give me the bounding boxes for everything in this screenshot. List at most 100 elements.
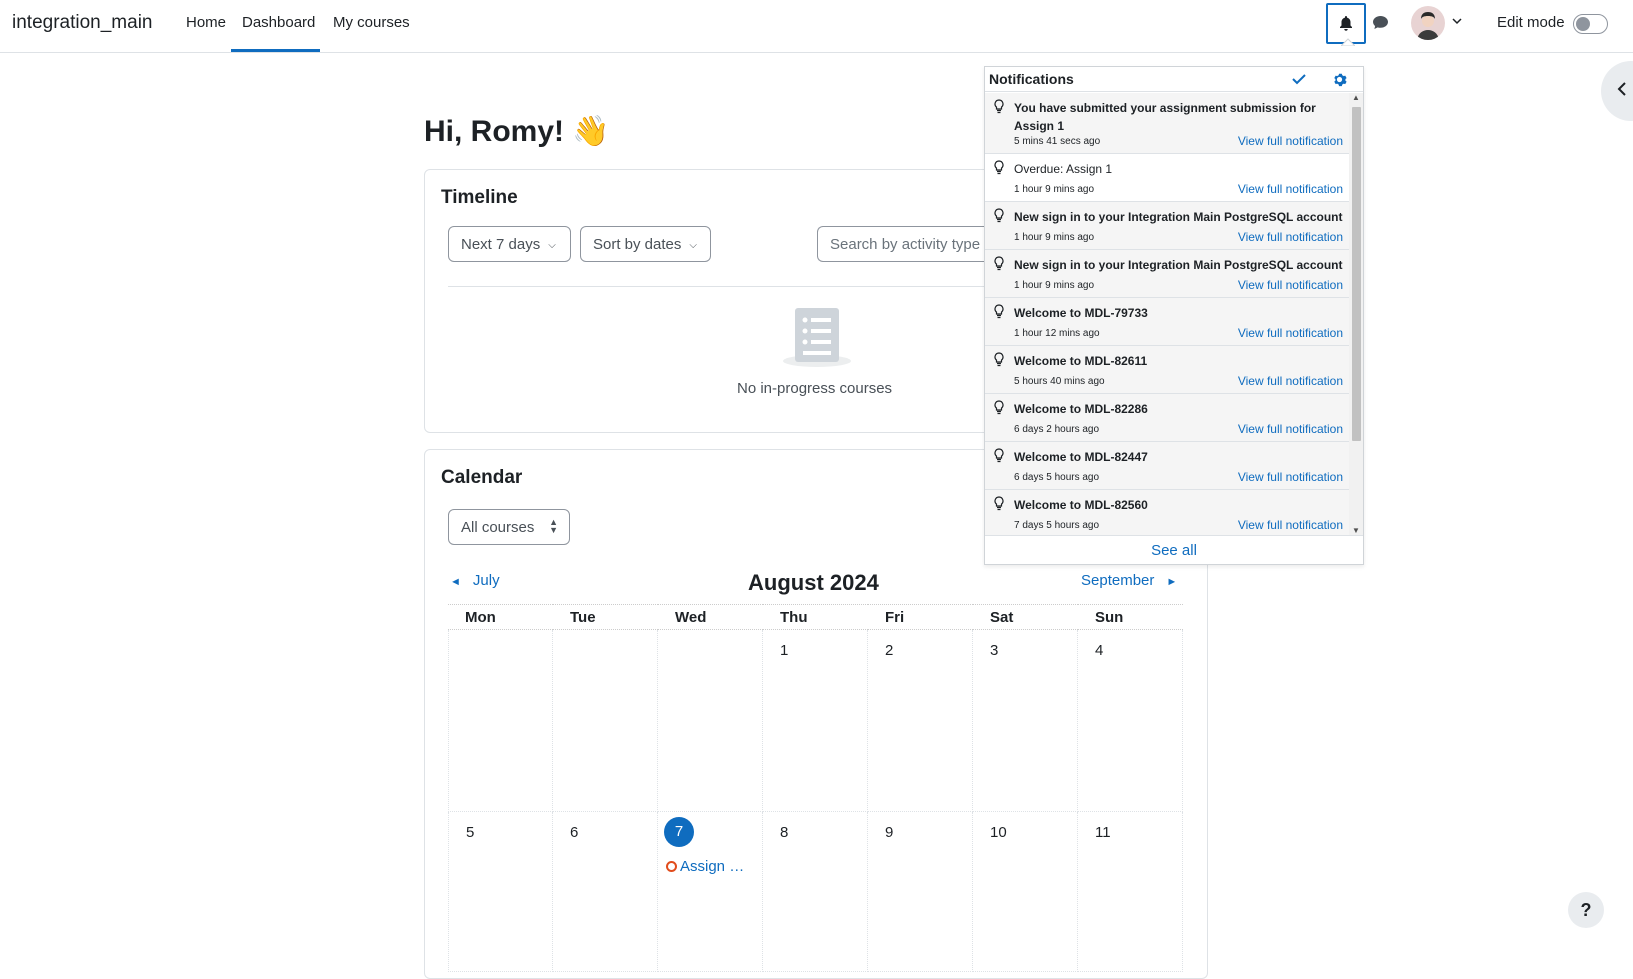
calendar-course-filter[interactable]: All courses ▲ ▼ <box>448 509 570 545</box>
timeline-sort-dropdown[interactable]: Sort by dates ⌵ <box>580 226 711 262</box>
timeline-search-input[interactable]: Search by activity type <box>817 226 987 262</box>
nav-dashboard[interactable]: Dashboard <box>242 14 315 31</box>
day-number: 5 <box>466 824 475 841</box>
current-month-title: August 2024 <box>748 570 879 595</box>
day-number: 11 <box>1095 824 1111 841</box>
notification-item[interactable]: Overdue: Assign 1 1 hour 9 mins ago View… <box>985 154 1349 202</box>
notification-time: 5 mins 41 secs ago <box>1014 136 1101 147</box>
page-greeting: Hi, Romy! 👋 <box>424 115 610 148</box>
notification-item[interactable]: You have submitted your assignment submi… <box>985 93 1349 154</box>
notification-message: Welcome to MDL-82611 <box>1014 354 1148 368</box>
day-number: 3 <box>990 642 999 659</box>
messages-icon[interactable] <box>1372 15 1389 31</box>
view-full-notification-link[interactable]: View full notification <box>1238 134 1343 148</box>
site-brand[interactable]: integration_main <box>12 12 152 34</box>
notification-time: 7 days 5 hours ago <box>1014 520 1100 531</box>
notification-message: You have submitted your assignment submi… <box>1014 101 1316 133</box>
calendar-day-cell <box>658 630 763 812</box>
calendar-day-cell[interactable]: 6 <box>553 812 658 972</box>
notifications-header: Notifications <box>985 67 1363 92</box>
day-number: 4 <box>1095 642 1104 659</box>
timeline-title: Timeline <box>441 187 518 208</box>
day-number: 9 <box>885 824 894 841</box>
notification-time: 5 hours 40 mins ago <box>1014 376 1105 387</box>
user-avatar[interactable] <box>1411 6 1445 40</box>
notification-message: Welcome to MDL-82286 <box>1014 402 1148 416</box>
view-full-notification-link[interactable]: View full notification <box>1238 470 1343 484</box>
notification-time: 1 hour 12 mins ago <box>1014 328 1100 339</box>
next-month-link[interactable]: September ► <box>1081 572 1177 589</box>
scroll-down-arrow-icon[interactable]: ▼ <box>1352 526 1360 535</box>
open-block-drawer-button[interactable] <box>1601 61 1633 121</box>
notification-message: New sign in to your Integration Main Pos… <box>1014 210 1343 224</box>
gear-icon[interactable] <box>1332 72 1347 87</box>
empty-list-icon <box>781 306 853 373</box>
day-filter-label: Next 7 days <box>461 236 541 253</box>
chevron-down-icon: ⌵ <box>689 239 697 251</box>
weekday-header: Wed <box>658 604 763 630</box>
view-full-notification-link[interactable]: View full notification <box>1238 182 1343 196</box>
lightbulb-icon <box>994 352 1004 367</box>
chevron-left-icon <box>1617 81 1627 102</box>
calendar-day-cell-today[interactable]: 7 Assign … <box>658 812 763 972</box>
calendar-day-cell[interactable]: 1 <box>763 630 868 812</box>
circle-icon <box>666 861 677 872</box>
notification-message: Welcome to MDL-79733 <box>1014 306 1148 320</box>
calendar-day-cell[interactable]: 8 <box>763 812 868 972</box>
prev-month-link[interactable]: ◄ July <box>450 572 500 589</box>
notification-item[interactable]: Welcome to MDL-82286 6 days 2 hours ago … <box>985 394 1349 442</box>
calendar-day-cell[interactable]: 4 <box>1078 630 1183 812</box>
lightbulb-icon <box>994 208 1004 223</box>
help-button[interactable]: ? <box>1568 892 1604 928</box>
notification-time: 6 days 5 hours ago <box>1014 472 1100 483</box>
lightbulb-icon <box>994 256 1004 271</box>
calendar-day-cell[interactable]: 10 <box>973 812 1078 972</box>
notification-item[interactable]: Welcome to MDL-82560 7 days 5 hours ago … <box>985 490 1349 535</box>
scroll-up-arrow-icon[interactable]: ▲ <box>1352 93 1360 102</box>
scrollbar-thumb[interactable] <box>1352 107 1361 441</box>
weekday-header: Thu <box>763 604 868 630</box>
calendar-title: Calendar <box>441 467 523 488</box>
timeline-divider <box>448 286 988 287</box>
see-all-notifications-link[interactable]: See all <box>985 535 1363 565</box>
notification-item[interactable]: Welcome to MDL-82447 6 days 5 hours ago … <box>985 442 1349 490</box>
notification-message: Overdue: Assign 1 <box>1014 162 1113 176</box>
view-full-notification-link[interactable]: View full notification <box>1238 518 1343 532</box>
edit-mode-toggle[interactable] <box>1573 14 1608 34</box>
calendar-event-assign[interactable]: Assign … <box>666 858 744 875</box>
bell-icon <box>1340 16 1352 31</box>
checkmark-icon[interactable] <box>1292 73 1306 85</box>
notification-item[interactable]: Welcome to MDL-79733 1 hour 12 mins ago … <box>985 298 1349 346</box>
weekday-header: Sat <box>973 604 1078 630</box>
calendar-day-cell[interactable]: 11 <box>1078 812 1183 972</box>
view-full-notification-link[interactable]: View full notification <box>1238 230 1343 244</box>
event-label: Assign … <box>680 858 745 875</box>
sort-label: Sort by dates <box>593 236 682 253</box>
notification-time: 1 hour 9 mins ago <box>1014 232 1095 243</box>
today-marker: 7 <box>664 817 694 847</box>
next-month-label: September <box>1081 572 1155 589</box>
view-full-notification-link[interactable]: View full notification <box>1238 278 1343 292</box>
nav-my-courses[interactable]: My courses <box>333 14 410 31</box>
view-full-notification-link[interactable]: View full notification <box>1238 422 1343 436</box>
timeline-day-filter[interactable]: Next 7 days ⌵ <box>448 226 571 262</box>
notification-item[interactable]: New sign in to your Integration Main Pos… <box>985 250 1349 298</box>
notifications-scrollbar[interactable]: ▲ ▼ <box>1349 93 1363 535</box>
lightbulb-icon <box>994 304 1004 319</box>
calendar-day-cell[interactable]: 5 <box>448 812 553 972</box>
lightbulb-icon <box>994 400 1004 415</box>
view-full-notification-link[interactable]: View full notification <box>1238 326 1343 340</box>
chevron-down-icon[interactable] <box>1452 17 1462 25</box>
chevron-down-icon: ⌵ <box>548 239 556 251</box>
view-full-notification-link[interactable]: View full notification <box>1238 374 1343 388</box>
notification-item[interactable]: New sign in to your Integration Main Pos… <box>985 202 1349 250</box>
day-number: 10 <box>990 824 1007 841</box>
notification-item[interactable]: Welcome to MDL-82611 5 hours 40 mins ago… <box>985 346 1349 394</box>
calendar-day-cell[interactable]: 3 <box>973 630 1078 812</box>
calendar-day-cell[interactable]: 9 <box>868 812 973 972</box>
nav-home[interactable]: Home <box>186 14 226 31</box>
calendar-day-cell[interactable]: 2 <box>868 630 973 812</box>
notifications-button[interactable] <box>1326 3 1366 46</box>
notification-time: 1 hour 9 mins ago <box>1014 184 1095 195</box>
timeline-empty-text: No in-progress courses <box>737 380 893 397</box>
